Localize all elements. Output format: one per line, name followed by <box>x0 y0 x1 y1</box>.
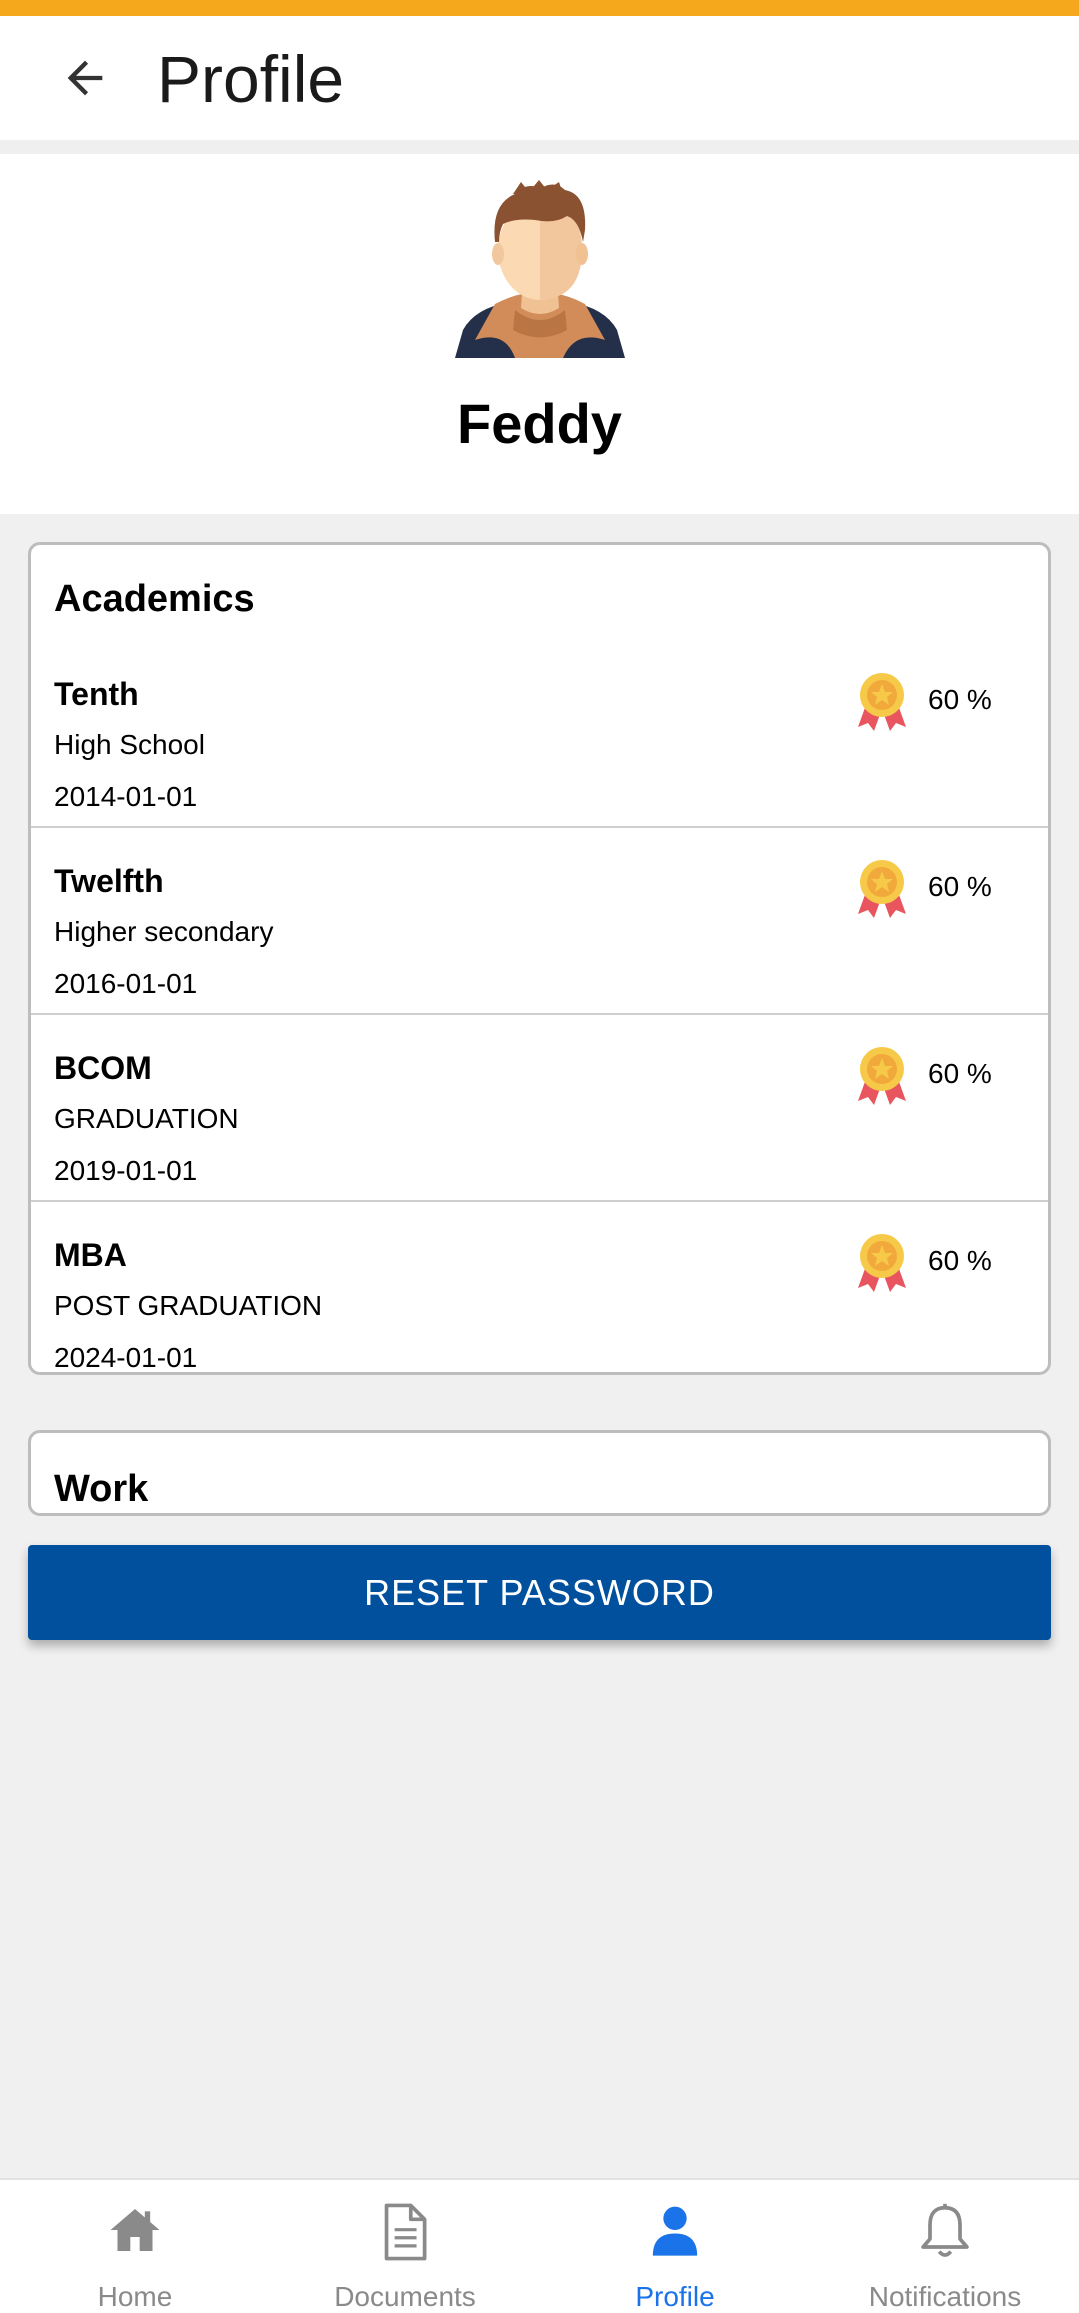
home-icon <box>110 2209 160 2251</box>
percent-value: 60 % <box>928 871 992 902</box>
nav-label-documents: Documents <box>334 2281 476 2312</box>
work-title: Work <box>54 1468 149 1510</box>
work-card: Work <box>28 1430 1051 1516</box>
degree-name: Twelfth <box>54 863 164 899</box>
nav-item-documents[interactable]: Documents <box>270 2180 540 2313</box>
list-item: Tenth High School 2014-01-01 60 % <box>31 641 1048 828</box>
medal-icon <box>858 1234 906 1292</box>
bell-icon <box>921 2203 969 2257</box>
reset-password-button[interactable]: RESET PASSWORD <box>28 1545 1051 1640</box>
medal-icon <box>858 860 906 918</box>
percent-value: 60 % <box>928 684 992 715</box>
degree-date: 2016-01-01 <box>54 968 198 999</box>
arrow-left-icon <box>67 60 103 96</box>
academics-title: Academics <box>54 578 255 620</box>
nav-label-notifications: Notifications <box>868 2281 1022 2312</box>
document-icon <box>384 2203 427 2261</box>
app-bar: Profile <box>0 16 1079 140</box>
back-button[interactable] <box>50 50 120 106</box>
degree-name: BCOM <box>54 1050 152 1086</box>
percent-value: 60 % <box>928 1058 992 1089</box>
list-item: Twelfth Higher secondary 2016-01-01 60 % <box>31 828 1048 1015</box>
percent-value: 60 % <box>928 1245 992 1276</box>
degree-level: Higher secondary <box>54 916 274 947</box>
degree-date: 2024-01-01 <box>54 1342 198 1373</box>
list-item: MBA POST GRADUATION 2024-01-01 60 % <box>54 1202 1048 1373</box>
degree-date: 2014-01-01 <box>54 781 198 812</box>
avatar <box>455 180 625 358</box>
divider <box>0 140 1079 154</box>
bottom-navigation: Home Documents Profile Notifications <box>0 2178 1079 2313</box>
nav-label-home: Home <box>97 2281 173 2312</box>
page-title: Profile <box>157 42 345 116</box>
user-icon <box>652 2206 698 2256</box>
nav-item-home[interactable]: Home <box>0 2180 270 2313</box>
academics-card: Academics Tenth High School 2014-01-01 6… <box>28 542 1051 1375</box>
degree-level: POST GRADUATION <box>54 1290 323 1321</box>
profile-name: Feddy <box>457 392 622 455</box>
nav-item-profile[interactable]: Profile <box>540 2180 810 2313</box>
medal-icon <box>858 673 906 731</box>
degree-date: 2019-01-01 <box>54 1155 198 1186</box>
degree-name: Tenth <box>54 676 139 712</box>
degree-level: High School <box>54 729 205 760</box>
nav-item-notifications[interactable]: Notifications <box>810 2180 1079 2313</box>
status-accent-stripe <box>0 0 1079 16</box>
nav-label-profile: Profile <box>635 2281 715 2312</box>
degree-level: GRADUATION <box>54 1103 239 1134</box>
list-item: BCOM GRADUATION 2019-01-01 60 % <box>31 1015 1048 1202</box>
profile-header: Feddy <box>0 154 1079 514</box>
degree-name: MBA <box>54 1237 127 1273</box>
medal-icon <box>858 1047 906 1105</box>
